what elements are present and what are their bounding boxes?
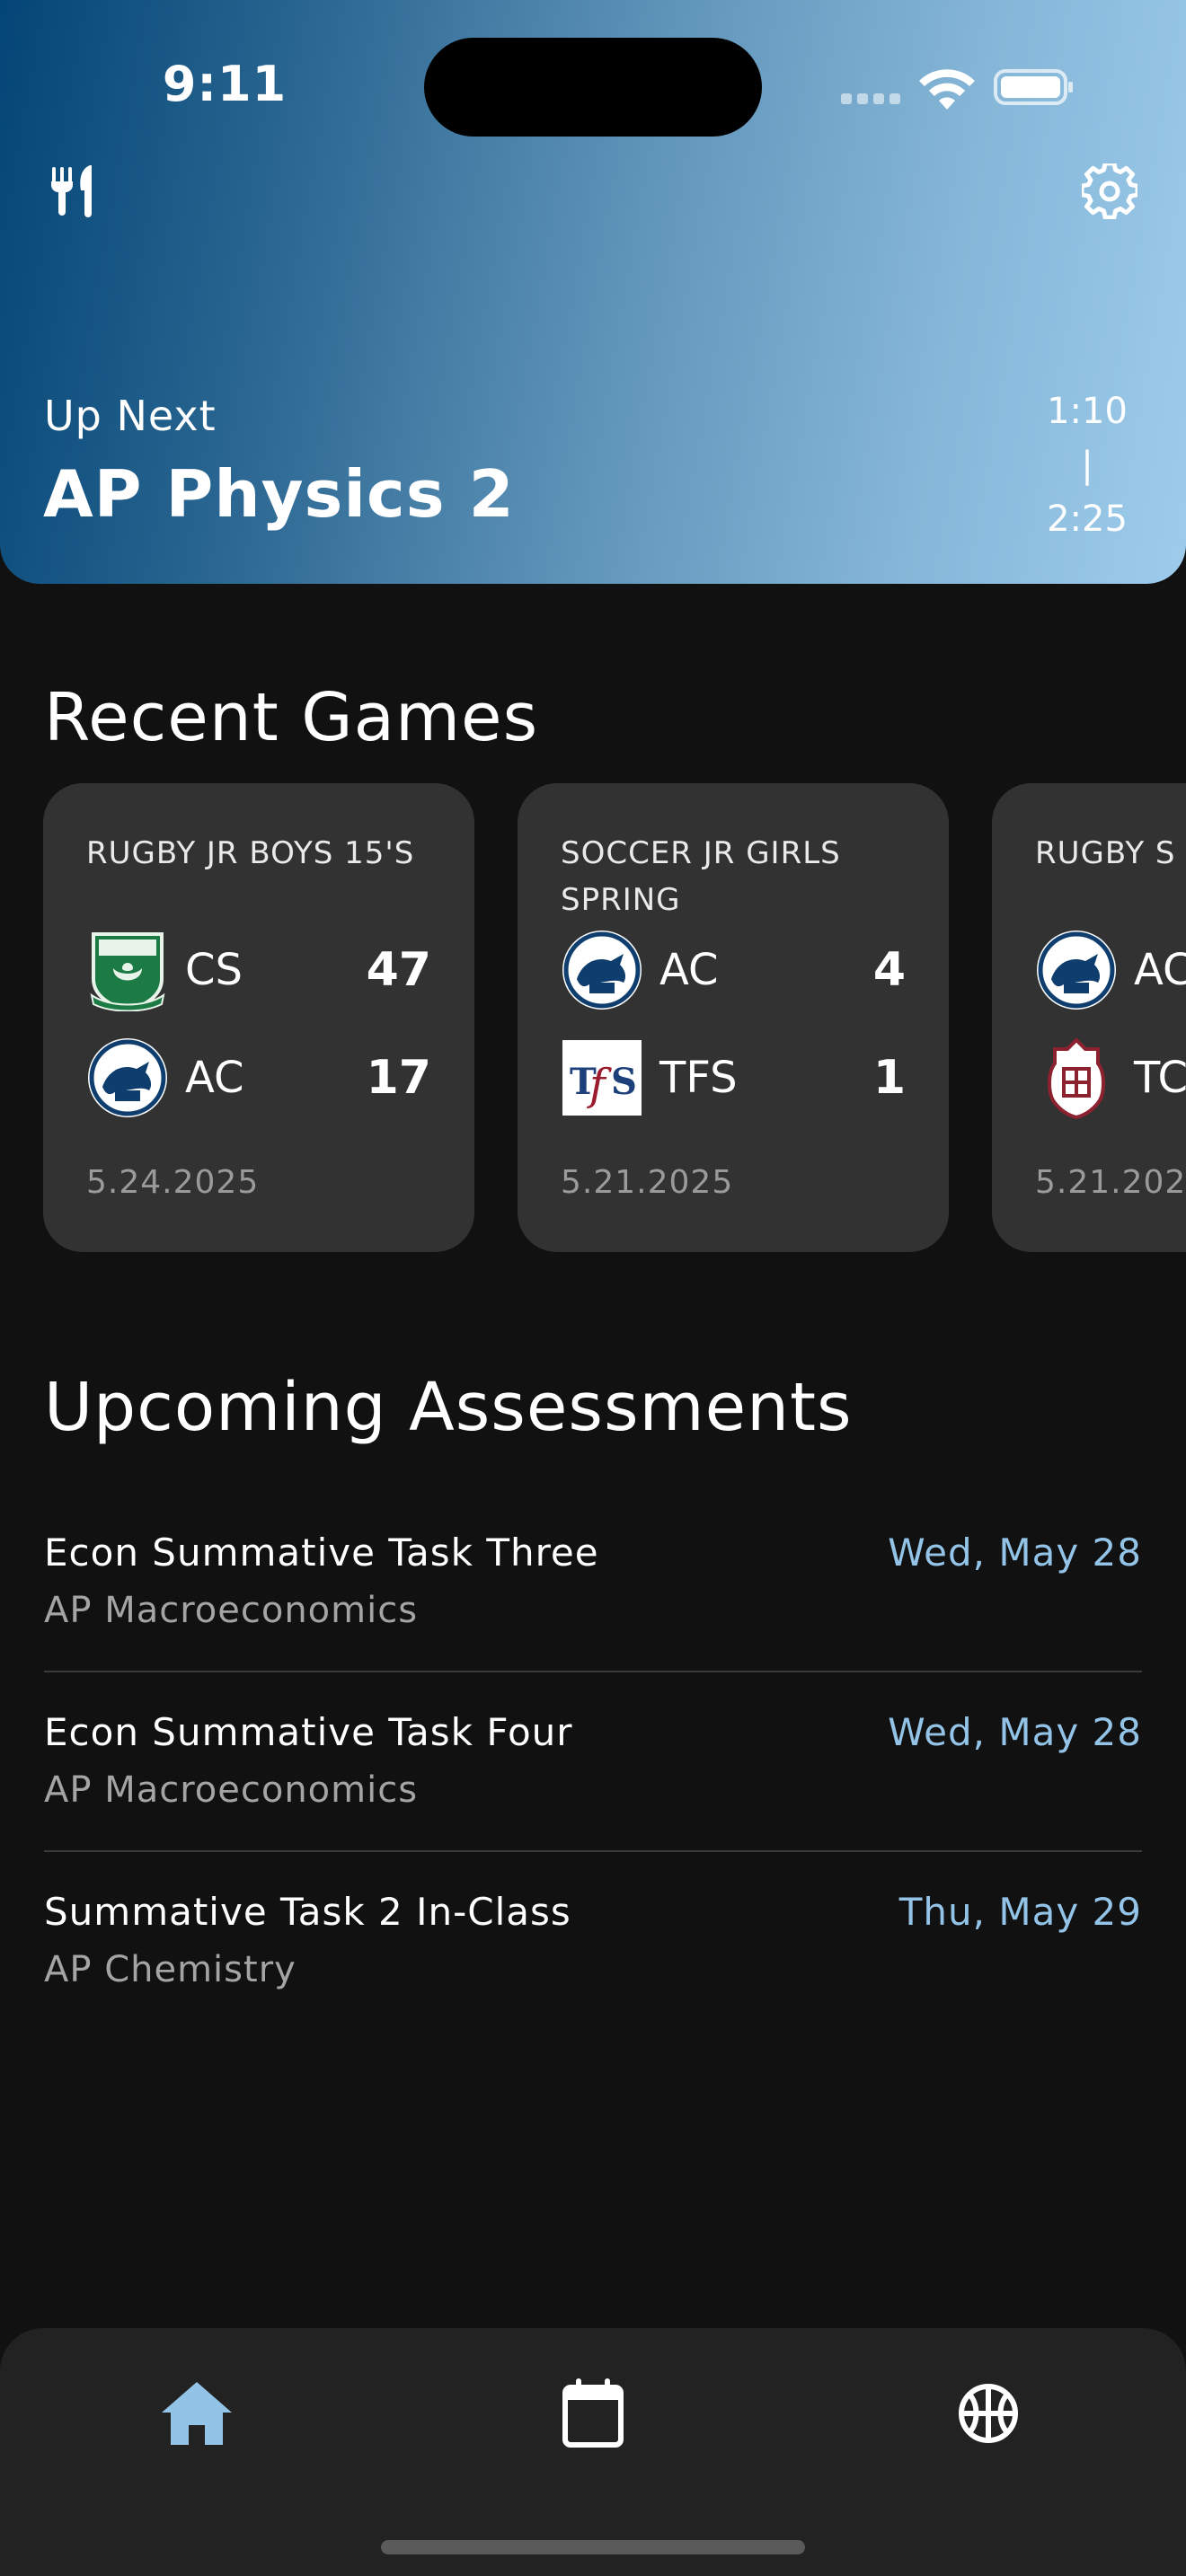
class-start-time: 1:10 [1047,391,1128,432]
team-name: AC [659,945,719,995]
team-row: TC [1035,1035,1186,1121]
team-name: AC [185,1053,244,1103]
assessment-date: Wed, May 28 [888,1531,1142,1575]
fork-knife-icon[interactable] [49,163,102,217]
up-next-label: Up Next [44,392,217,440]
ac-crest-logo [1037,931,1116,1010]
svg-text:S: S [611,1061,637,1103]
assessment-title: Summative Task 2 In-Class [44,1890,571,1934]
tab-sports[interactable] [948,2373,1029,2454]
tab-bar [0,2328,1186,2576]
team-name: TC [1134,1053,1186,1103]
battery-icon [994,69,1073,105]
assessments-list: Econ Summative Task Three AP Macroeconom… [44,1493,1142,2030]
assessment-course: AP Macroeconomics [44,1769,419,1811]
ac-crest-logo [88,1038,167,1117]
up-next-header[interactable]: 9:11 Up Next AP Physics 2 1:10 | 2:25 [0,0,1186,584]
team-row: AC 4 [561,927,906,1013]
team-score: 1 [872,1051,906,1105]
assessment-date: Thu, May 29 [898,1890,1142,1934]
team-row: AC 17 [86,1035,431,1121]
assessment-title: Econ Summative Task Four [44,1710,573,1754]
game-date: 5.24.2025 [86,1164,260,1201]
team-name: AC [1134,945,1186,995]
time-separator: | [1081,445,1093,486]
team-score: 47 [366,943,431,997]
basketball-icon [959,2384,1018,2443]
recent-games-carousel[interactable]: RUGBY JR BOYS 15'S CS 47 AC 17 5.24.2025 [0,783,1186,1254]
assessment-item[interactable]: Summative Task 2 In-Class AP Chemistry T… [44,1852,1142,2030]
calendar-icon [562,2378,624,2448]
cs-crest-logo [90,932,165,1011]
status-time: 9:11 [162,56,288,112]
team-row: T f S TFS 1 [561,1035,906,1121]
game-date: 5.21.2025 [1035,1164,1186,1201]
home-indicator [381,2540,805,2554]
assessment-item[interactable]: Econ Summative Task Three AP Macroeconom… [44,1493,1142,1672]
up-next-class-name: AP Physics 2 [43,456,515,532]
assessment-course: AP Macroeconomics [44,1590,419,1631]
game-sport: SOCCER JR GIRLS SPRING [561,835,841,918]
class-time-range: 1:10 | 2:25 [1033,384,1141,546]
tc-crest-logo [1048,1037,1105,1119]
home-icon [162,2382,232,2445]
team-score: 17 [366,1051,431,1105]
ac-crest-logo [562,931,642,1010]
assessment-title: Econ Summative Task Three [44,1531,599,1575]
game-card[interactable]: SOCCER JR GIRLS SPRING AC 4 T f S TFS 1 … [518,783,949,1252]
game-sport: RUGBY S 15'S [1035,835,1186,871]
tab-calendar[interactable] [553,2373,633,2454]
team-name: TFS [659,1053,738,1103]
game-card[interactable]: RUGBY S 15'S AC TC 5.21.2025 [992,783,1186,1252]
class-end-time: 2:25 [1047,498,1128,540]
recent-games-title: Recent Games [44,679,539,756]
game-sport: RUGBY JR BOYS 15'S [86,835,415,871]
wifi-icon [919,69,975,110]
dynamic-island [424,38,762,137]
tfs-logo: T f S [562,1040,642,1116]
cellular-signal-icon [841,93,900,104]
assessment-course: AP Chemistry [44,1949,296,1990]
assessment-date: Wed, May 28 [888,1710,1142,1754]
game-card[interactable]: RUGBY JR BOYS 15'S CS 47 AC 17 5.24.2025 [43,783,474,1252]
upcoming-assessments-title: Upcoming Assessments [44,1369,853,1446]
tab-home[interactable] [156,2373,237,2454]
game-date: 5.21.2025 [561,1164,734,1201]
team-row: CS 47 [86,927,431,1013]
team-name: CS [185,945,243,995]
team-row: AC [1035,927,1186,1013]
team-score: 4 [872,943,906,997]
gear-icon[interactable] [1082,163,1137,219]
assessment-item[interactable]: Econ Summative Task Four AP Macroeconomi… [44,1672,1142,1852]
